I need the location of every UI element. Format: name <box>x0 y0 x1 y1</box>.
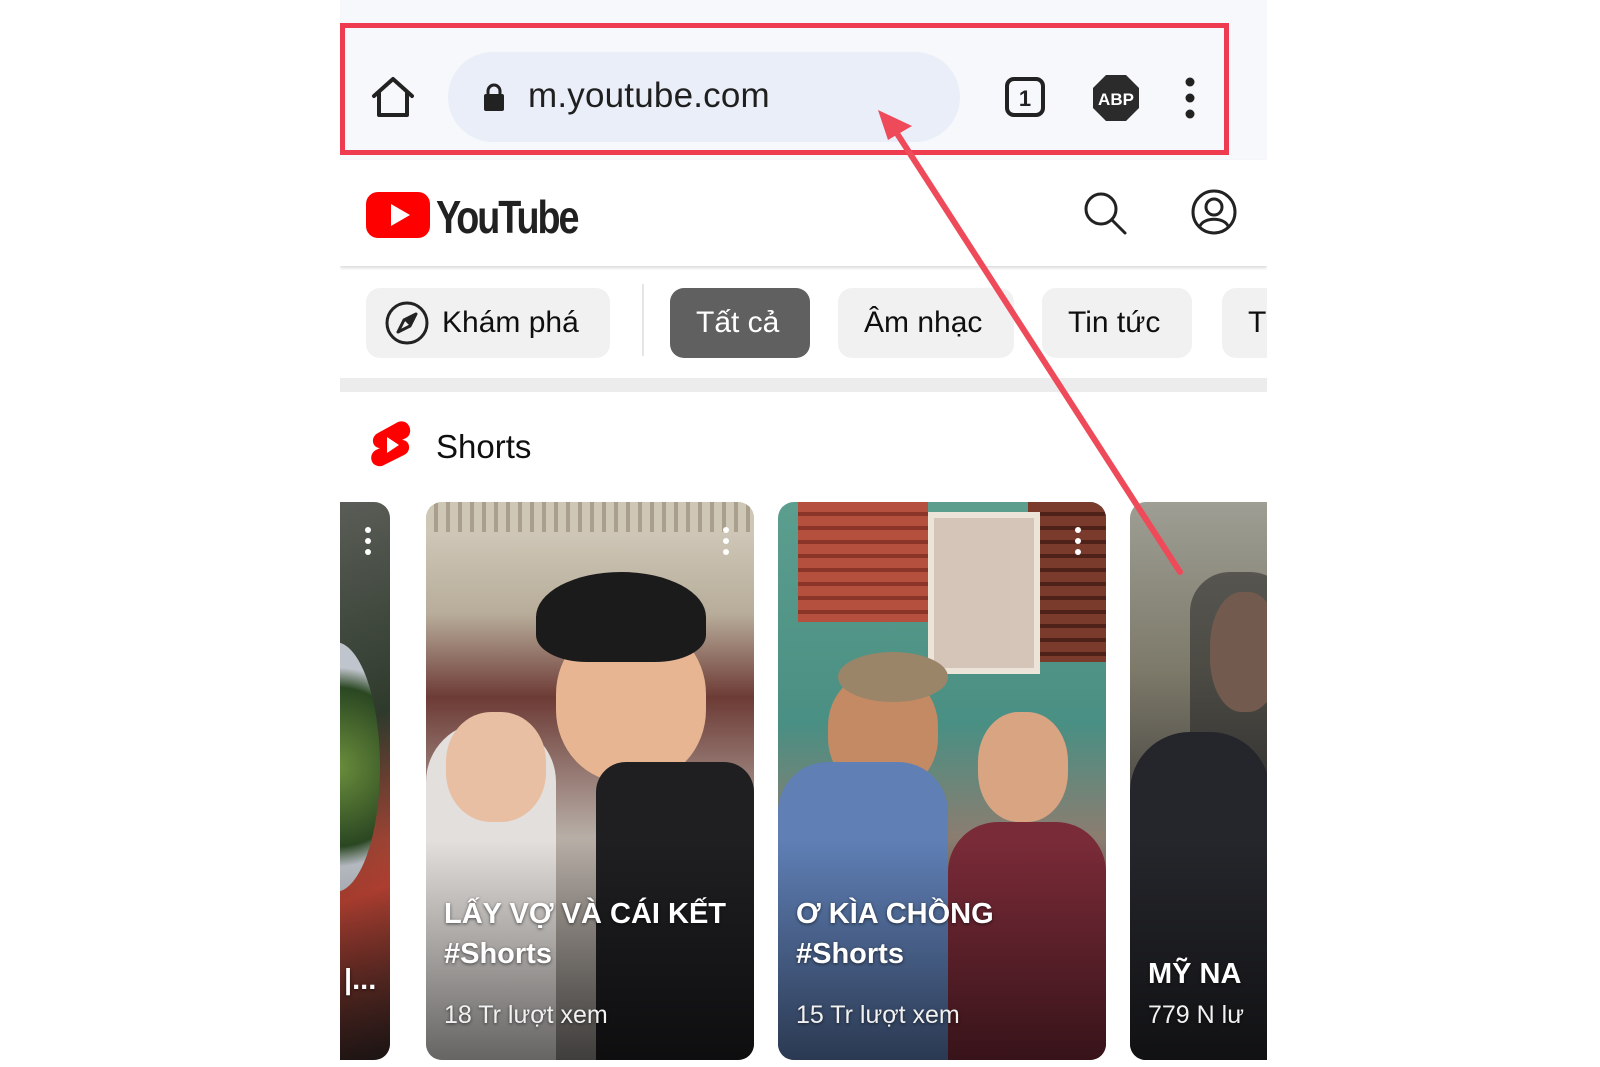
shorts-section-title: Shorts <box>436 428 532 465</box>
short-title-line: #Shorts <box>444 938 552 970</box>
short-title: LẤY VỢ VÀ CÁI KẾT #Shorts <box>444 894 726 974</box>
youtube-wordmark: YouTube <box>436 191 579 243</box>
short-card[interactable]: LẤY VỢ VÀ CÁI KẾT #Shorts 18 Tr lượt xem <box>426 502 754 1060</box>
short-card[interactable]: MỸ NA 779 N lư <box>1130 502 1267 1060</box>
short-title: MỸ NA <box>1148 954 1241 994</box>
short-views: 18 Tr lượt xem <box>444 1001 608 1029</box>
thumbnail-face <box>446 712 546 822</box>
chip-partial[interactable]: T <box>1222 288 1267 358</box>
short-title: Ơ KÌA CHỒNG #Shorts <box>796 894 994 974</box>
tab-count-icon: 1 <box>1005 77 1045 117</box>
thumbnail-face <box>978 712 1068 822</box>
adblock-plus-button[interactable]: ABP <box>1092 74 1140 122</box>
thumbnail-shade <box>340 840 390 1060</box>
more-vert-icon[interactable] <box>1180 74 1200 122</box>
youtube-play-logo-icon <box>366 192 430 238</box>
short-views: 779 N lư <box>1148 1001 1244 1029</box>
thumbnail-hair <box>536 572 706 662</box>
more-vert-icon[interactable] <box>1074 526 1082 556</box>
youtube-header: YouTube <box>340 160 1267 266</box>
section-separator <box>340 378 1267 392</box>
browser-toolbar: m.youtube.com 1 ABP <box>340 0 1267 161</box>
chip-label: Tất cả <box>696 306 780 339</box>
adblock-icon: ABP <box>1093 75 1139 121</box>
thumbnail-image <box>798 502 928 622</box>
chip-divider <box>642 284 644 356</box>
short-card[interactable]: Ơ KÌA CHỒNG #Shorts 15 Tr lượt xem <box>778 502 1106 1060</box>
thumbnail-hat <box>838 652 948 702</box>
phone-screen: m.youtube.com 1 ABP YouTube Khám phá Tất… <box>340 0 1267 1067</box>
short-title: |... <box>344 964 377 996</box>
url-text: m.youtube.com <box>528 76 770 115</box>
chip-label: Tin tức <box>1068 306 1161 339</box>
short-title-line: Ơ KÌA CHỒNG <box>796 898 994 930</box>
short-title-line: #Shorts <box>796 938 904 970</box>
category-chips: Khám phá Tất cả Âm nhạc Tin tức T <box>340 282 1267 360</box>
short-title-line: LẤY VỢ VÀ CÁI KẾT <box>444 898 727 930</box>
thumbnail-window <box>928 512 1040 674</box>
chip-explore[interactable]: Khám phá <box>366 288 610 358</box>
shorts-logo-icon <box>371 421 411 467</box>
short-title-line: MỸ NA <box>1148 958 1242 990</box>
chip-news[interactable]: Tin tức <box>1042 288 1192 358</box>
account-icon[interactable] <box>1190 188 1238 236</box>
lock-icon <box>484 83 504 111</box>
chip-music[interactable]: Âm nhạc <box>838 288 1014 358</box>
thumbnail-image <box>426 502 754 532</box>
address-bar[interactable]: m.youtube.com <box>448 52 960 142</box>
chip-all[interactable]: Tất cả <box>670 288 810 358</box>
short-views: 15 Tr lượt xem <box>796 1001 960 1029</box>
chip-label: Khám phá <box>442 306 579 339</box>
search-icon[interactable] <box>1082 190 1128 236</box>
svg-text:ABP: ABP <box>1098 90 1134 109</box>
svg-text:1: 1 <box>1019 86 1031 111</box>
short-card[interactable]: |... <box>340 502 390 1060</box>
compass-icon <box>385 301 429 345</box>
home-icon[interactable] <box>370 74 416 120</box>
chip-label: T <box>1248 306 1267 339</box>
chip-label: Âm nhạc <box>864 306 983 339</box>
more-vert-icon[interactable] <box>722 526 730 556</box>
tab-switcher-button[interactable]: 1 <box>1004 76 1046 118</box>
more-vert-icon[interactable] <box>364 526 372 556</box>
